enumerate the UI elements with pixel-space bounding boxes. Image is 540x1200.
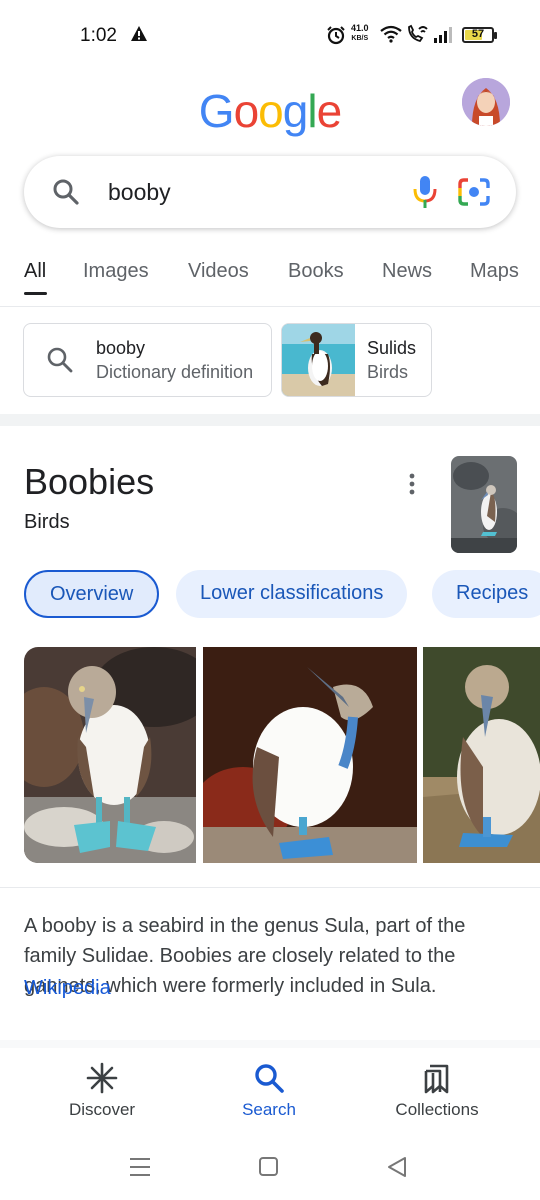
google-lens-icon[interactable] (457, 176, 491, 213)
section-separator (0, 414, 540, 426)
suggestion-title: booby (96, 338, 146, 358)
search-query[interactable]: booby (108, 179, 171, 206)
nav-search[interactable]: Search (189, 1062, 349, 1120)
search-icon (189, 1062, 349, 1094)
status-bar: 1:02 41.0 KB/S 57 (0, 0, 540, 70)
battery-level: 57 (471, 28, 485, 40)
knowledge-panel-thumbnail[interactable] (451, 456, 517, 553)
logo-letter: g (282, 85, 309, 137)
back-button-icon[interactable] (386, 1156, 408, 1183)
logo-letter: l (307, 85, 317, 137)
logo-letter: o (258, 85, 284, 137)
tab-news[interactable]: News (382, 260, 432, 283)
logo-letter: e (316, 85, 343, 137)
chip-lower-classifications[interactable]: Lower classifications (176, 570, 408, 618)
divider (0, 306, 540, 307)
signal-icon (434, 27, 456, 48)
suggestion-dictionary[interactable]: booby Dictionary definition (23, 323, 272, 397)
battery-icon: 57 (462, 27, 497, 43)
collections-icon (357, 1062, 517, 1094)
knowledge-panel-title: Boobies (24, 461, 155, 502)
nav-label: Discover (68, 1100, 136, 1119)
system-navigation-bar (0, 1140, 540, 1200)
booby-photo[interactable] (203, 647, 417, 863)
tab-videos[interactable]: Videos (188, 260, 249, 283)
nav-label: Collections (395, 1100, 479, 1119)
network-speed-value: 41.0 (351, 23, 369, 33)
suggestion-title: Sulids (367, 338, 417, 358)
alarm-icon (326, 25, 346, 50)
booby-photo[interactable] (423, 647, 540, 863)
nav-discover[interactable]: Discover (22, 1062, 182, 1120)
tab-books[interactable]: Books (288, 260, 344, 283)
nav-label: Search (242, 1100, 296, 1119)
warning-icon (130, 25, 148, 47)
google-logo: Google (0, 84, 540, 138)
more-options-icon[interactable] (400, 470, 424, 498)
search-tabs: All Images Videos Books News Maps (0, 256, 540, 296)
search-bar[interactable]: booby (24, 156, 516, 228)
booby-photo[interactable] (24, 647, 196, 863)
network-speed-unit: KB/S (351, 35, 369, 42)
search-icon (46, 346, 74, 379)
status-time: 1:02 (80, 25, 117, 46)
chip-recipes[interactable]: Recipes (432, 570, 540, 618)
divider (0, 887, 540, 888)
tab-maps[interactable]: Maps (470, 260, 519, 283)
nav-collections[interactable]: Collections (357, 1062, 517, 1120)
tab-images[interactable]: Images (83, 260, 149, 283)
wifi-icon (380, 25, 402, 48)
bottom-navigation: Discover Search Collections (0, 1048, 540, 1140)
suggestion-subtitle: Birds (367, 362, 409, 382)
logo-letter: G (198, 85, 235, 137)
suggestion-subtitle: Dictionary definition (96, 362, 254, 382)
wikipedia-link[interactable]: Wikipedia (24, 973, 111, 1003)
home-button-icon[interactable] (258, 1156, 280, 1183)
bird-thumbnail (282, 324, 355, 396)
account-avatar[interactable] (462, 78, 510, 126)
knowledge-panel-subtitle: Birds (24, 511, 70, 533)
voice-search-mic-icon[interactable] (412, 174, 438, 215)
chip-overview[interactable]: Overview (24, 570, 160, 618)
logo-letter: o (233, 85, 260, 137)
search-icon (52, 178, 80, 211)
section-separator (0, 1040, 540, 1048)
wifi-calling-icon (406, 24, 430, 49)
suggestion-sulids[interactable]: Sulids Birds (281, 323, 432, 397)
recents-menu-icon[interactable] (128, 1156, 152, 1183)
active-tab-indicator (24, 292, 47, 295)
asterisk-icon (22, 1062, 182, 1094)
tab-all[interactable]: All (24, 260, 46, 283)
network-speed: 41.0 KB/S (351, 24, 369, 43)
